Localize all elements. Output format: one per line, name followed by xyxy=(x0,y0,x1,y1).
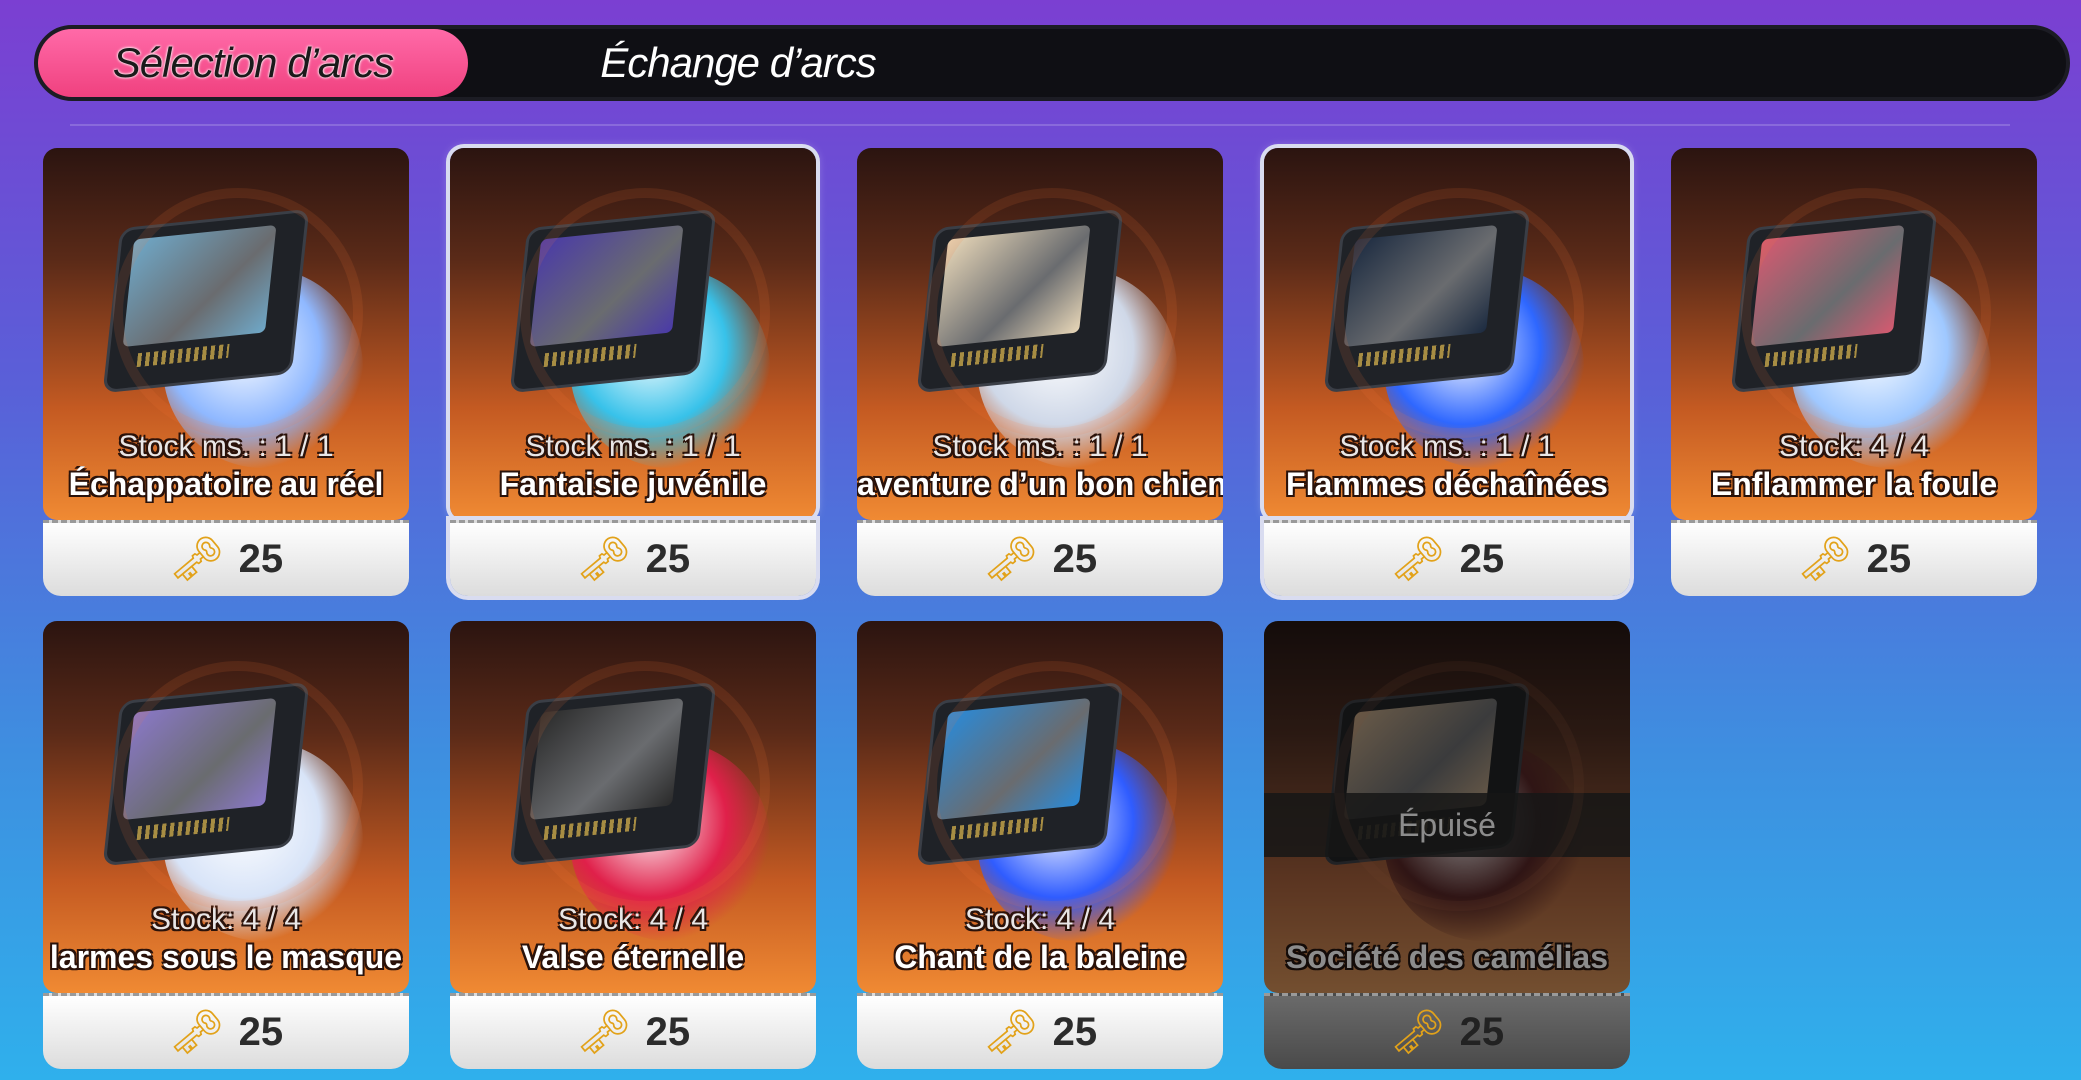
key-icon: 🗝 xyxy=(982,1006,1039,1058)
price-button[interactable]: 🗝 25 xyxy=(857,993,1223,1069)
cover-art xyxy=(936,697,1091,820)
price-amount: 25 xyxy=(238,537,284,581)
arc-artwork: Stock ms. : 1 / 1 aventure d’un bon chien xyxy=(857,148,1223,520)
device-grill xyxy=(136,816,230,841)
arc-title: Flammes déchaînées xyxy=(1286,466,1608,502)
cover-art xyxy=(122,224,277,347)
device-grill xyxy=(543,816,637,841)
disc-effect xyxy=(1384,741,1584,941)
price-amount: 25 xyxy=(645,1010,691,1054)
device-grill xyxy=(1357,816,1451,841)
price-button[interactable]: 🗝 25 xyxy=(1264,993,1630,1069)
arc-card[interactable]: Stock: 4 / 4 Enflammer la foule 🗝 25 xyxy=(1671,148,2037,596)
arc-artwork: Stock: 4 / 4 Chant de la baleine xyxy=(857,621,1223,993)
arc-title: Enflammer la foule xyxy=(1710,466,1998,502)
arc-card[interactable]: Épuisé Société des camélias 🗝 25 xyxy=(1264,621,1630,1069)
stock-label: Stock: 4 / 4 xyxy=(150,903,302,936)
arc-artwork: Stock: 4 / 4 Enflammer la foule xyxy=(1671,148,2037,520)
cover-art xyxy=(1343,697,1498,820)
stock-label: Stock ms. : 1 / 1 xyxy=(525,430,741,463)
price-button[interactable]: 🗝 25 xyxy=(1671,520,2037,596)
price-amount: 25 xyxy=(645,537,691,581)
divider xyxy=(70,124,2010,126)
key-icon: 🗝 xyxy=(1389,533,1446,585)
arc-device-icon xyxy=(916,681,1124,867)
arc-title: aventure d’un bon chien xyxy=(857,466,1223,502)
arc-artwork: Stock ms. : 1 / 1 Fantaisie juvénile xyxy=(450,148,816,520)
cover-art xyxy=(1750,224,1905,347)
arc-title: Chant de la baleine xyxy=(894,939,1186,975)
arc-device-icon xyxy=(509,681,717,867)
stock-label: Stock: 4 / 4 xyxy=(557,903,709,936)
arc-card[interactable]: Stock ms. : 1 / 1 Fantaisie juvénile 🗝 25 xyxy=(450,148,816,596)
arc-title: Société des camélias xyxy=(1286,939,1608,975)
price-button[interactable]: 🗝 25 xyxy=(1264,520,1630,596)
stock-label: Stock ms. : 1 / 1 xyxy=(118,430,334,463)
arc-card[interactable]: Stock ms. : 1 / 1 Flammes déchaînées 🗝 25 xyxy=(1264,148,1630,596)
price-button[interactable]: 🗝 25 xyxy=(450,520,816,596)
cover-art xyxy=(529,224,684,347)
arc-artwork: Stock ms. : 1 / 1 Flammes déchaînées xyxy=(1264,148,1630,520)
price-button[interactable]: 🗝 25 xyxy=(43,520,409,596)
price-amount: 25 xyxy=(1052,537,1098,581)
tab-bar: Sélection d’arcs Échange d’arcs xyxy=(34,25,2070,101)
cover-art xyxy=(529,697,684,820)
price-amount: 25 xyxy=(238,1010,284,1054)
arc-device-icon xyxy=(102,681,310,867)
arc-device-icon xyxy=(1323,208,1531,394)
price-amount: 25 xyxy=(1052,1010,1098,1054)
arc-artwork: Épuisé Société des camélias xyxy=(1264,621,1630,993)
cover-art xyxy=(1343,224,1498,347)
key-icon: 🗝 xyxy=(982,533,1039,585)
device-grill xyxy=(136,343,230,368)
stock-label: Stock ms. : 1 / 1 xyxy=(932,430,1148,463)
arc-title: larmes sous le masque xyxy=(49,939,403,975)
key-icon: 🗝 xyxy=(168,1006,225,1058)
arc-card[interactable]: Stock: 4 / 4 Valse éternelle 🗝 25 xyxy=(450,621,816,1069)
key-icon: 🗝 xyxy=(1389,1006,1446,1058)
stock-label: Stock ms. : 1 / 1 xyxy=(1339,430,1555,463)
arc-card[interactable]: Stock ms. : 1 / 1 aventure d’un bon chien… xyxy=(857,148,1223,596)
cover-art xyxy=(936,224,1091,347)
key-icon: 🗝 xyxy=(575,533,632,585)
arc-device-icon xyxy=(916,208,1124,394)
key-icon: 🗝 xyxy=(168,533,225,585)
sold-out-banner: Épuisé xyxy=(1264,793,1630,857)
arc-device-icon xyxy=(1730,208,1938,394)
arc-device-icon xyxy=(102,208,310,394)
price-amount: 25 xyxy=(1866,537,1912,581)
arc-card[interactable]: Stock: 4 / 4 larmes sous le masque 🗝 25 xyxy=(43,621,409,1069)
cover-art xyxy=(122,697,277,820)
arc-artwork: Stock: 4 / 4 Valse éternelle xyxy=(450,621,816,993)
arc-device-icon xyxy=(1323,681,1531,867)
tab-arc-exchange[interactable]: Échange d’arcs xyxy=(478,29,998,97)
arc-artwork: Stock ms. : 1 / 1 Échappatoire au réel xyxy=(43,148,409,520)
arc-device-icon xyxy=(509,208,717,394)
price-button[interactable]: 🗝 25 xyxy=(43,993,409,1069)
key-icon: 🗝 xyxy=(575,1006,632,1058)
price-amount: 25 xyxy=(1459,537,1505,581)
device-grill xyxy=(1764,343,1858,368)
arc-card[interactable]: Stock: 4 / 4 Chant de la baleine 🗝 25 xyxy=(857,621,1223,1069)
device-grill xyxy=(950,816,1044,841)
tab-arc-selection[interactable]: Sélection d’arcs xyxy=(38,29,468,97)
arc-card[interactable]: Stock ms. : 1 / 1 Échappatoire au réel 🗝 25 xyxy=(43,148,409,596)
device-grill xyxy=(1357,343,1451,368)
arc-title: Échappatoire au réel xyxy=(68,466,384,502)
key-icon: 🗝 xyxy=(1796,533,1853,585)
stock-label: Stock: 4 / 4 xyxy=(1778,430,1930,463)
arc-artwork: Stock: 4 / 4 larmes sous le masque xyxy=(43,621,409,993)
price-button[interactable]: 🗝 25 xyxy=(857,520,1223,596)
arc-title: Valse éternelle xyxy=(521,939,745,975)
price-button[interactable]: 🗝 25 xyxy=(450,993,816,1069)
stock-label: Stock: 4 / 4 xyxy=(964,903,1116,936)
device-grill xyxy=(543,343,637,368)
sold-out-watermark xyxy=(1274,789,1292,863)
sold-out-label: Épuisé xyxy=(1398,806,1496,843)
price-amount: 25 xyxy=(1459,1010,1505,1054)
arc-title: Fantaisie juvénile xyxy=(499,466,767,502)
device-grill xyxy=(950,343,1044,368)
